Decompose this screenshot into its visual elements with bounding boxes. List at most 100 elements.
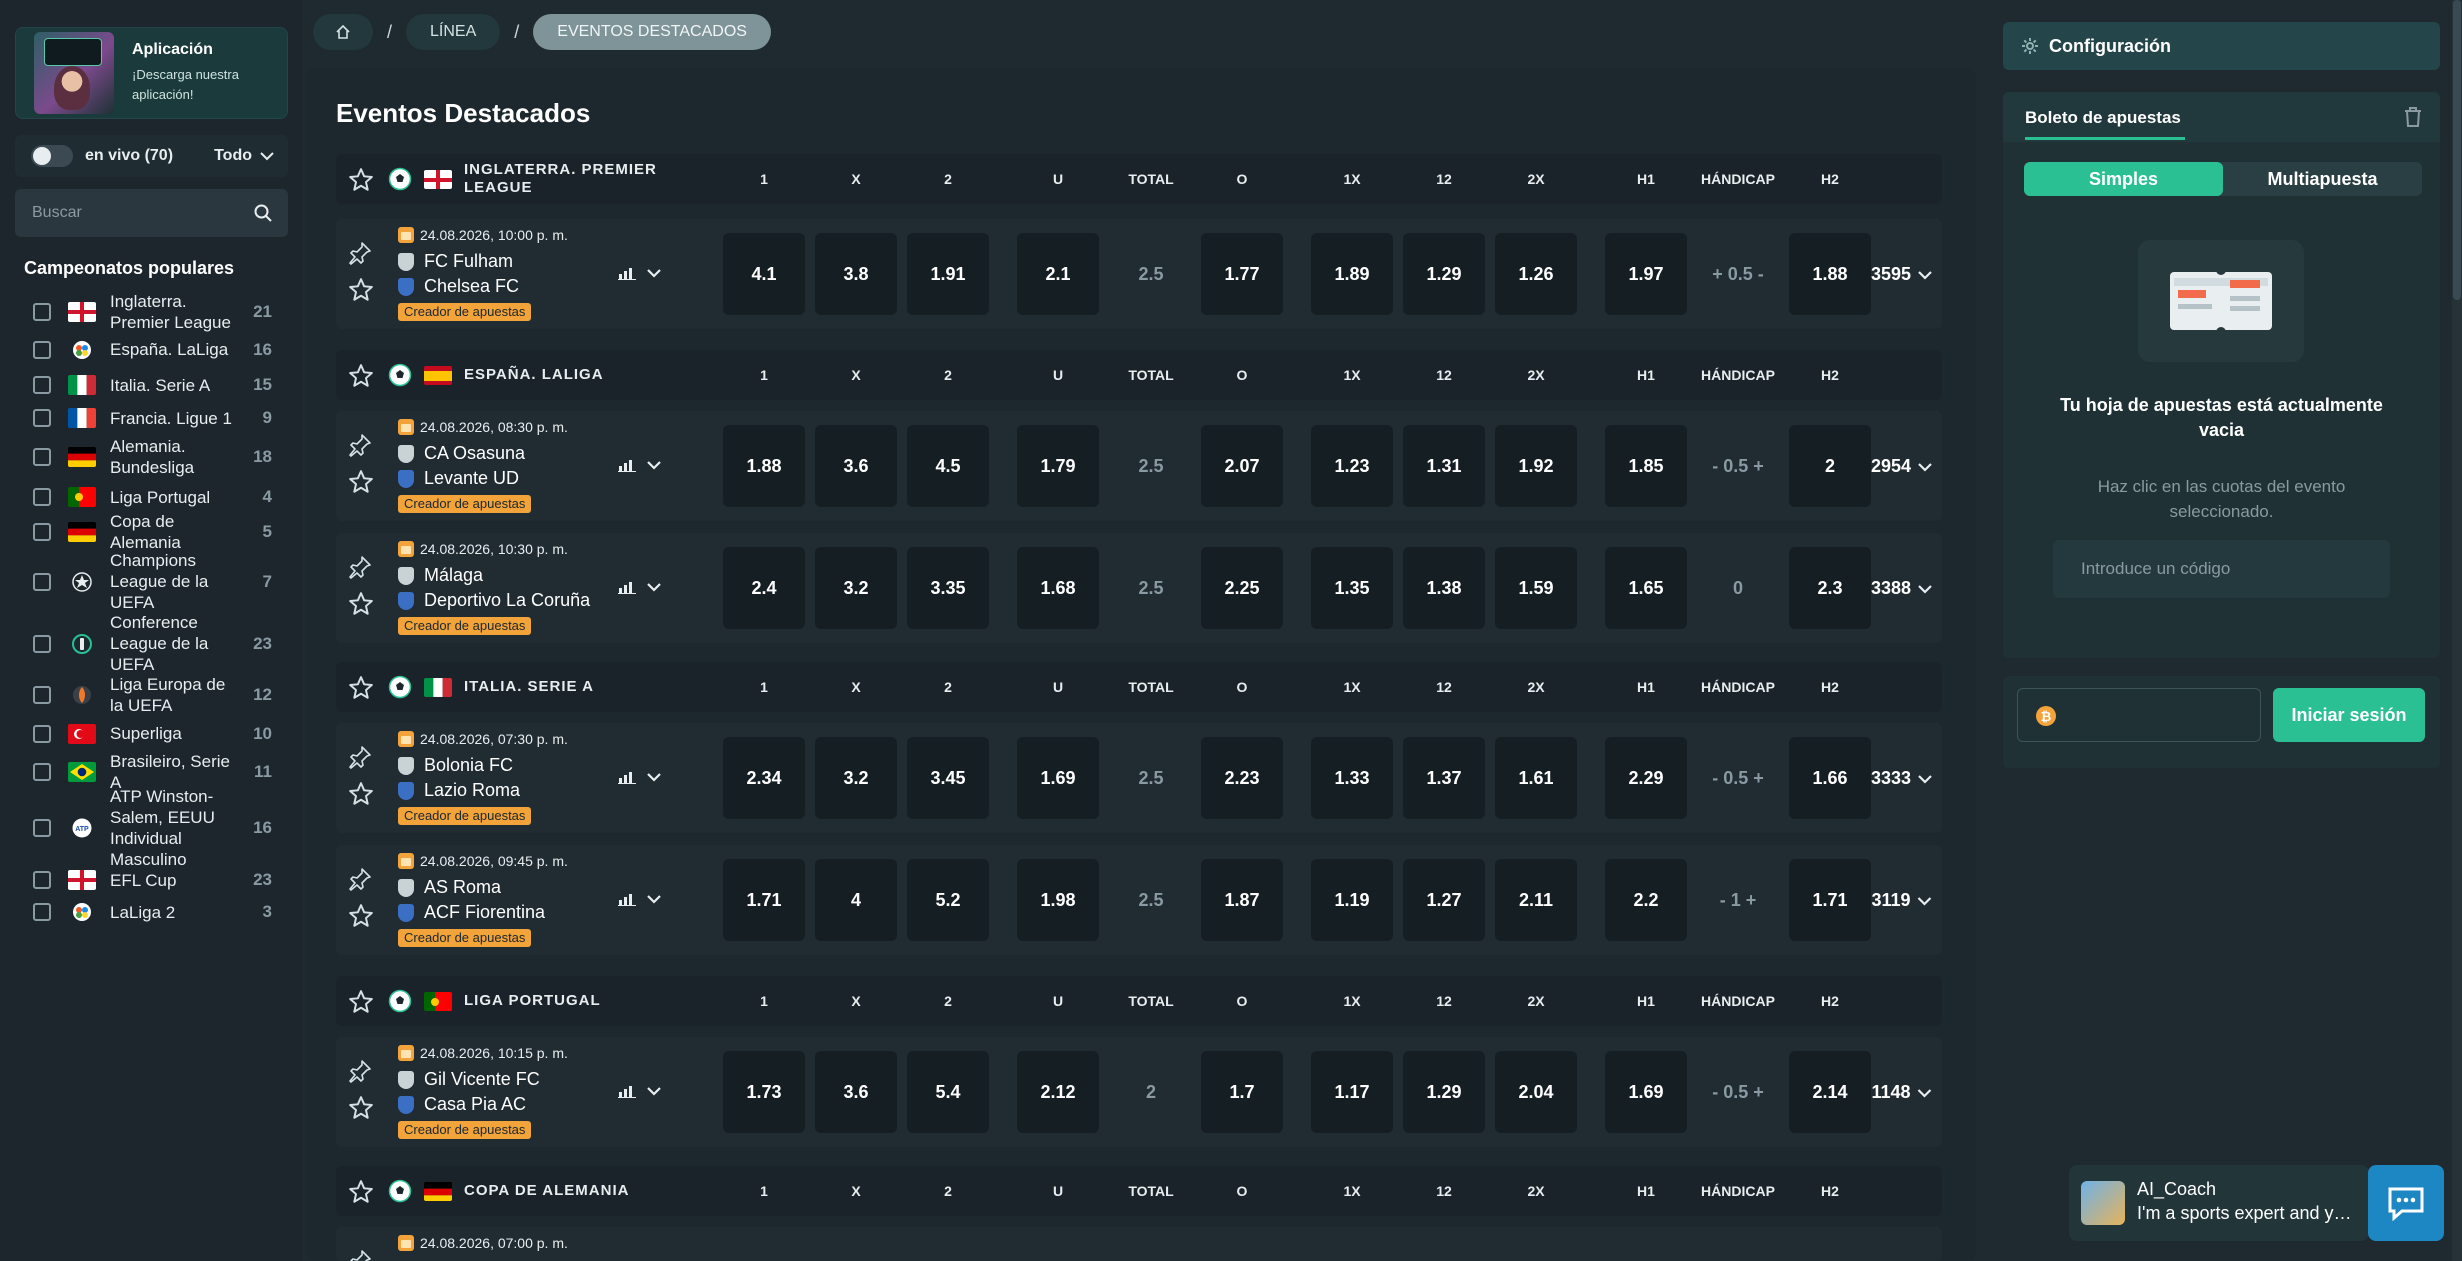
odds-button[interactable]: 1.38 — [1403, 547, 1485, 629]
home-team[interactable]: FC Fulham — [398, 251, 513, 272]
sidebar-championship-item[interactable]: EFL Cup 23 — [0, 863, 302, 897]
odds-button[interactable]: 1.87 — [1201, 859, 1283, 941]
odds-button[interactable]: 1.33 — [1311, 737, 1393, 819]
more-markets-button[interactable]: 1148 — [1871, 1082, 1932, 1103]
championship-checkbox[interactable] — [33, 376, 51, 394]
odds-button[interactable]: 1.68 — [1017, 547, 1099, 629]
odds-button[interactable]: 2.14 — [1789, 1051, 1871, 1133]
app-download-banner[interactable]: Aplicación ¡Descarga nuestra aplicación! — [15, 27, 288, 119]
odds-button[interactable]: 1.59 — [1495, 547, 1577, 629]
bet-builder-badge[interactable]: Creador de apuestas — [398, 495, 532, 513]
sidebar-championship-item[interactable]: Liga Portugal 4 — [0, 480, 302, 514]
tab-multi-bets[interactable]: Multiapuesta — [2223, 162, 2422, 196]
event-row[interactable]: 24.08.2026, 10:30 p. m. Málaga Deportivo… — [336, 533, 1942, 643]
event-stats-toggle[interactable] — [618, 1084, 662, 1098]
more-markets-button[interactable]: 3595 — [1871, 264, 1933, 285]
championship-checkbox[interactable] — [33, 818, 51, 837]
odds-button[interactable]: 1.77 — [1201, 233, 1283, 315]
stake-input[interactable]: ₿ — [2017, 688, 2261, 742]
event-stats-toggle[interactable] — [618, 770, 662, 784]
search-icon[interactable] — [254, 204, 272, 222]
pin-icon[interactable] — [348, 745, 372, 769]
event-stats-toggle[interactable] — [618, 266, 662, 280]
odds-button[interactable]: 1.37 — [1403, 737, 1485, 819]
home-team[interactable]: Málaga — [398, 565, 483, 586]
page-scrollbar[interactable] — [2452, 0, 2462, 1261]
tab-simple-bets[interactable]: Simples — [2024, 162, 2223, 196]
ai-coach-popup[interactable]: AI_Coach I'm a sports expert and your pe… — [2069, 1165, 2369, 1241]
odds-button[interactable]: 1.65 — [1605, 547, 1687, 629]
pin-icon[interactable] — [348, 241, 372, 265]
league-header[interactable]: ITALIA. SERIE A 1 X 2 U TOTAL O 1X 12 2X H1 HÁNDICA… — [336, 662, 1942, 712]
settings-bar[interactable]: Configuración — [2003, 22, 2440, 70]
away-team[interactable]: ACF Fiorentina — [398, 902, 545, 923]
odds-button[interactable]: 1.27 — [1403, 859, 1485, 941]
sidebar-championship-item[interactable]: Inglaterra. Premier League 21 — [0, 292, 302, 332]
pin-icon[interactable] — [348, 1249, 372, 1261]
event-row[interactable]: 24.08.2026, 10:15 p. m. Gil Vicente FC C… — [336, 1037, 1942, 1147]
odds-button[interactable]: 3.2 — [815, 547, 897, 629]
odds-button[interactable]: 1.88 — [1789, 233, 1871, 315]
odds-button[interactable]: 1.85 — [1605, 425, 1687, 507]
star-icon[interactable] — [348, 277, 374, 303]
championship-checkbox[interactable] — [33, 572, 51, 591]
odds-button[interactable]: 4 — [815, 859, 897, 941]
odds-button[interactable]: 1.97 — [1605, 233, 1687, 315]
league-header[interactable]: ESPAÑA. LALIGA 1 X 2 U TOTAL O 1X 12 2X H1 HÁNDICAP… — [336, 350, 1942, 400]
sidebar-championship-item[interactable]: España. LaLiga 16 — [0, 332, 302, 367]
live-toggle[interactable] — [31, 145, 73, 167]
odds-button[interactable]: 3.35 — [907, 547, 989, 629]
sidebar-championship-item[interactable]: Liga Europa de la UEFA 12 — [0, 674, 302, 716]
bet-builder-badge[interactable]: Creador de apuestas — [398, 303, 532, 321]
odds-button[interactable]: 1.29 — [1403, 1051, 1485, 1133]
login-button[interactable]: Iniciar sesión — [2273, 688, 2425, 742]
championship-checkbox[interactable] — [33, 686, 51, 704]
odds-button[interactable]: 1.88 — [723, 425, 805, 507]
breadcrumb-line[interactable]: LÍNEA — [406, 14, 501, 50]
odds-button[interactable]: 1.7 — [1201, 1051, 1283, 1133]
chat-button[interactable] — [2368, 1165, 2444, 1241]
odds-button[interactable]: 3.6 — [815, 1051, 897, 1133]
more-markets-button[interactable]: 3333 — [1871, 768, 1933, 789]
odds-button[interactable]: 2.23 — [1201, 737, 1283, 819]
star-icon[interactable] — [348, 989, 374, 1015]
odds-button[interactable]: 1.73 — [723, 1051, 805, 1133]
odds-button[interactable]: 1.71 — [723, 859, 805, 941]
odds-button[interactable]: 2.34 — [723, 737, 805, 819]
odds-button[interactable]: 2.11 — [1495, 859, 1577, 941]
odds-button[interactable]: 1.89 — [1311, 233, 1393, 315]
sidebar-championship-item[interactable]: Superliga 10 — [0, 716, 302, 751]
star-icon[interactable] — [348, 591, 374, 617]
championship-checkbox[interactable] — [33, 488, 51, 506]
sidebar-championship-item[interactable]: Champions League de la UEFA 7 — [0, 550, 302, 613]
sidebar-championship-item[interactable]: ATP ATP Winston-Salem, EEUU Individual M… — [0, 787, 302, 869]
odds-button[interactable]: 3.45 — [907, 737, 989, 819]
odds-button[interactable]: 1.31 — [1403, 425, 1485, 507]
star-icon[interactable] — [348, 1095, 374, 1121]
star-icon[interactable] — [348, 469, 374, 495]
event-row[interactable]: 24.08.2026, 08:30 p. m. CA Osasuna Levan… — [336, 411, 1942, 521]
odds-button[interactable]: 2.04 — [1495, 1051, 1577, 1133]
pin-icon[interactable] — [348, 1059, 372, 1083]
home-team[interactable]: CA Osasuna — [398, 443, 525, 464]
championship-checkbox[interactable] — [33, 340, 51, 359]
league-header[interactable]: COPA DE ALEMANIA 1 X 2 U TOTAL O 1X 12 2X H1 HÁNDIC… — [336, 1166, 1942, 1216]
odds-button[interactable]: 5.2 — [907, 859, 989, 941]
sidebar-championship-item[interactable]: Italia. Serie A 15 — [0, 367, 302, 403]
odds-button[interactable]: 2.1 — [1017, 233, 1099, 315]
more-markets-button[interactable]: 3388 — [1871, 578, 1933, 599]
star-icon[interactable] — [348, 903, 374, 929]
bet-builder-badge[interactable]: Creador de apuestas — [398, 807, 532, 825]
odds-button[interactable]: 2 — [1789, 425, 1871, 507]
star-icon[interactable] — [348, 781, 374, 807]
odds-button[interactable]: 1.61 — [1495, 737, 1577, 819]
odds-button[interactable]: 1.26 — [1495, 233, 1577, 315]
pin-icon[interactable] — [348, 555, 372, 579]
away-team[interactable]: Lazio Roma — [398, 780, 520, 801]
bet-builder-badge[interactable]: Creador de apuestas — [398, 617, 532, 635]
sidebar-championship-item[interactable]: Copa de Alemania 5 — [0, 512, 302, 552]
odds-button[interactable]: 1.29 — [1403, 233, 1485, 315]
trash-icon[interactable] — [2403, 106, 2423, 128]
bet-builder-badge[interactable]: Creador de apuestas — [398, 1121, 532, 1139]
bet-builder-badge[interactable]: Creador de apuestas — [398, 929, 532, 947]
